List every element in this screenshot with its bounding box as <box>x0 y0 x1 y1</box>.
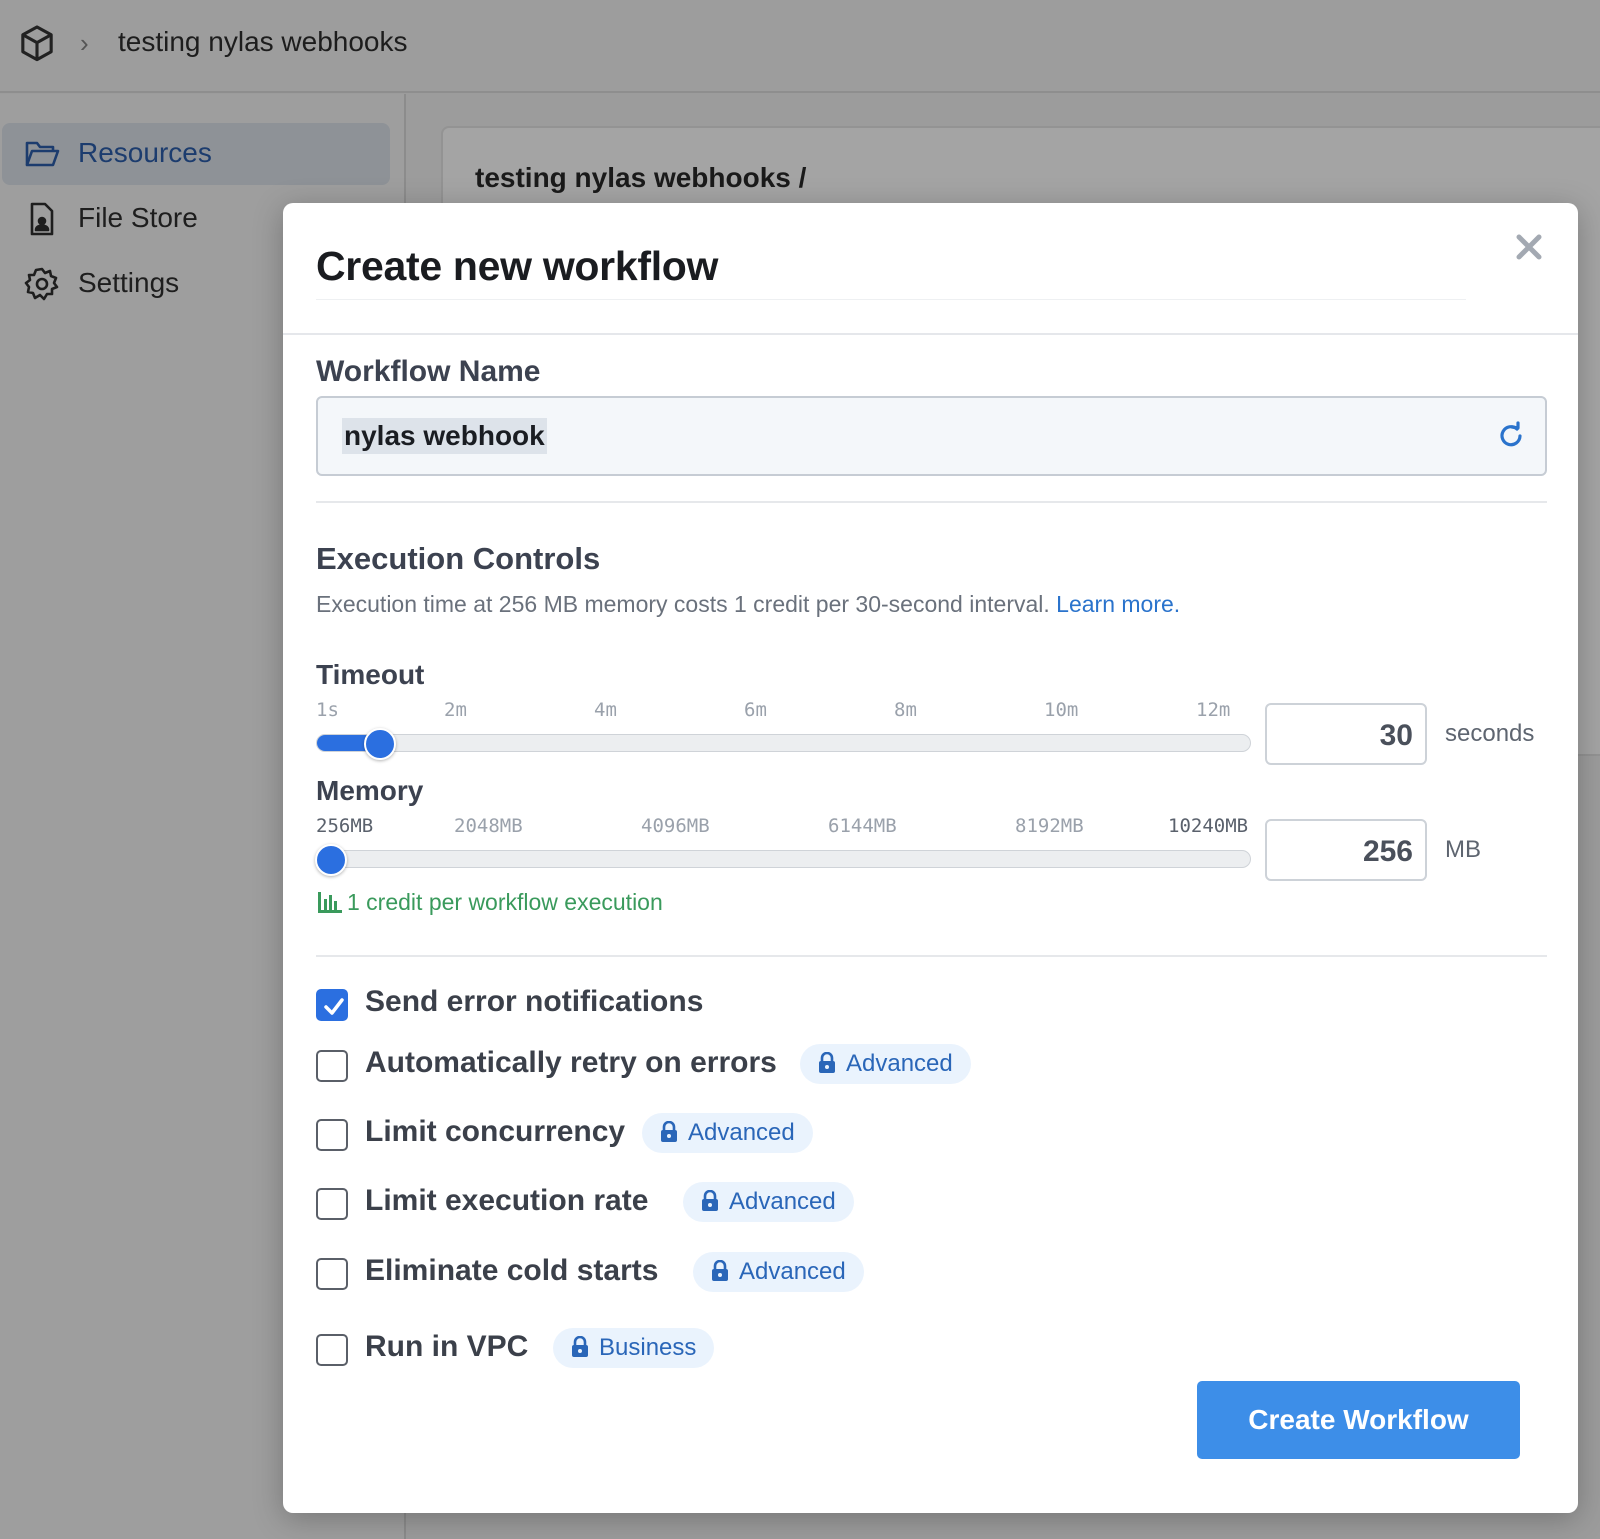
badge-text: Advanced <box>739 1258 846 1285</box>
top-bar: › testing nylas webhooks <box>0 0 1600 93</box>
file-icon <box>30 202 54 236</box>
tick-label: 2m <box>444 699 467 721</box>
sidebar-item-resources[interactable]: Resources <box>2 123 390 185</box>
memory-slider-handle[interactable] <box>315 844 347 876</box>
tick-label: 4096MB <box>641 815 710 837</box>
badge-text: Business <box>599 1334 697 1361</box>
bar-chart-icon <box>318 892 342 913</box>
option-label: Limit concurrency <box>365 1115 626 1148</box>
tick-label: 8m <box>894 699 917 721</box>
lock-icon <box>712 1259 728 1281</box>
badge-text: Advanced <box>729 1188 836 1215</box>
tick-label: 4m <box>594 699 617 721</box>
tick-label: 8192MB <box>1015 815 1084 837</box>
lock-icon <box>702 1189 718 1211</box>
option-label: Automatically retry on errors <box>365 1046 777 1079</box>
tick-label: 10m <box>1044 699 1079 721</box>
workflow-name-value: nylas webhook <box>342 418 547 454</box>
lock-icon <box>572 1335 588 1357</box>
option-label: Limit execution rate <box>365 1184 649 1217</box>
memory-slider[interactable] <box>315 844 1251 876</box>
tick-label: 2048MB <box>454 815 523 837</box>
memory-unit: MB <box>1445 836 1481 863</box>
memory-label: Memory <box>316 775 424 806</box>
tick-label: 256MB <box>316 815 374 837</box>
cube-logo-icon[interactable] <box>20 24 54 64</box>
advanced-badge[interactable]: Advanced <box>693 1252 864 1292</box>
execution-controls-description: Execution time at 256 MB memory costs 1 … <box>316 591 1180 618</box>
tick-label: 12m <box>1196 699 1231 721</box>
divider <box>316 299 1466 300</box>
checkbox[interactable] <box>316 1258 348 1290</box>
checkmark-icon <box>324 998 344 1015</box>
tick-label: 6144MB <box>828 815 897 837</box>
divider <box>283 333 1578 335</box>
checkbox[interactable] <box>316 1119 348 1151</box>
sidebar-item-label: File Store <box>78 202 198 233</box>
timeout-unit: seconds <box>1445 720 1535 747</box>
tick-label: 1s <box>316 699 339 721</box>
workflow-name-input[interactable]: nylas webhook <box>316 396 1547 476</box>
workflow-name-label: Workflow Name <box>316 355 541 388</box>
background-card-title: testing nylas webhooks / <box>475 162 807 193</box>
advanced-badge[interactable]: Advanced <box>642 1113 813 1153</box>
option-label: Run in VPC <box>365 1330 529 1363</box>
modal-title: Create new workflow <box>316 243 719 289</box>
advanced-badge[interactable]: Advanced <box>800 1044 971 1084</box>
lock-icon <box>819 1051 835 1073</box>
memory-ticks: 256MB 2048MB 4096MB 6144MB 8192MB 10240M… <box>316 815 1251 839</box>
timeout-ticks: 1s 2m 4m 6m 8m 10m 12m <box>316 699 1251 723</box>
business-badge[interactable]: Business <box>553 1328 715 1368</box>
divider <box>316 501 1547 503</box>
checkbox[interactable] <box>316 1188 348 1220</box>
timeout-slider-handle[interactable] <box>363 728 396 760</box>
create-workflow-modal: Create new workflow Workflow Name nylas … <box>283 203 1578 1513</box>
create-workflow-button[interactable]: Create Workflow <box>1197 1381 1520 1459</box>
badge-text: Advanced <box>846 1050 953 1077</box>
checkbox[interactable] <box>316 1050 348 1082</box>
sidebar-item-label: Settings <box>78 267 180 298</box>
timeout-input[interactable]: 30 <box>1265 703 1427 765</box>
gear-icon <box>24 267 59 301</box>
close-icon[interactable] <box>1511 229 1547 265</box>
credit-note-text: 1 credit per workflow execution <box>347 889 663 915</box>
lock-icon <box>661 1120 677 1142</box>
refresh-icon[interactable] <box>1495 420 1527 452</box>
breadcrumb-chevron-icon: › <box>80 28 89 58</box>
option-label: Eliminate cold starts <box>365 1254 659 1287</box>
checkbox[interactable] <box>316 1334 348 1366</box>
learn-more-link[interactable]: Learn more. <box>1056 591 1180 617</box>
execution-controls-title: Execution Controls <box>316 541 601 576</box>
timeout-slider[interactable] <box>316 728 1251 760</box>
breadcrumb-project[interactable]: testing nylas webhooks <box>118 26 408 58</box>
tick-label: 10240MB <box>1168 815 1249 837</box>
tick-label: 6m <box>744 699 767 721</box>
folder-open-icon <box>25 141 60 167</box>
advanced-badge[interactable]: Advanced <box>683 1182 854 1222</box>
divider <box>316 955 1547 957</box>
checkbox[interactable] <box>316 989 348 1021</box>
sidebar-item-label: Resources <box>78 137 212 168</box>
badge-text: Advanced <box>688 1119 795 1146</box>
timeout-label: Timeout <box>316 659 425 690</box>
memory-input[interactable]: 256 <box>1265 819 1427 881</box>
credit-note: 1 credit per workflow execution <box>317 889 663 916</box>
description-text: Execution time at 256 MB memory costs 1 … <box>316 591 1050 617</box>
option-label: Send error notifications <box>365 985 704 1018</box>
